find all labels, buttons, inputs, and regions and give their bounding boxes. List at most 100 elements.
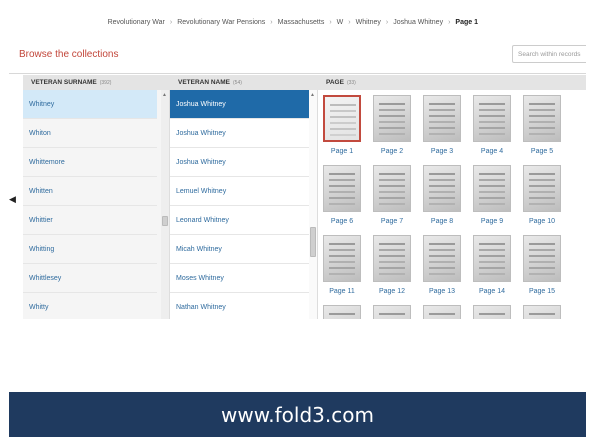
page-thumbnail[interactable]: Page 2 <box>368 95 416 155</box>
page-thumbnail-label[interactable]: Page 3 <box>418 148 466 155</box>
surname-list-item[interactable]: Whitty <box>23 293 157 319</box>
surname-list-item[interactable]: Whiton <box>23 119 157 148</box>
page-thumbnail[interactable]: Page 3 <box>418 95 466 155</box>
page-thumbnail-image[interactable] <box>473 235 511 282</box>
surname-scrollbar[interactable]: ▲ <box>161 90 169 319</box>
page-thumbnail-image[interactable] <box>323 165 361 212</box>
arrow-up-icon[interactable]: ▲ <box>310 92 315 98</box>
page-thumbnail-image[interactable] <box>473 305 511 319</box>
column-header-name: VETERAN NAME (54) <box>170 75 318 90</box>
veteran-name-list-item[interactable]: Moses Whitney <box>170 264 309 293</box>
search-input[interactable]: Search within records <box>512 45 586 63</box>
surname-list-item[interactable]: Whitney <box>23 90 157 119</box>
page-thumbnail[interactable]: Page 20 <box>518 305 566 319</box>
breadcrumb-current-page: Page 1 <box>455 18 478 26</box>
page-thumbnail-label[interactable]: Page 9 <box>468 218 516 225</box>
page-thumbnail-label[interactable]: Page 10 <box>518 218 566 225</box>
column-header-name-count: (54) <box>233 80 242 86</box>
breadcrumb-veteran[interactable]: Joshua Whitney <box>393 19 443 26</box>
surname-list-item[interactable]: Whittier <box>23 206 157 235</box>
veteran-name-list-item[interactable]: Micah Whitney <box>170 235 309 264</box>
name-scroll-thumb[interactable] <box>310 227 316 257</box>
page-thumbnail-image[interactable] <box>423 165 461 212</box>
surname-list-item[interactable]: Whitting <box>23 235 157 264</box>
veteran-name-list-item[interactable]: Joshua Whitney <box>170 148 309 177</box>
chevron-right-icon: › <box>329 18 332 26</box>
arrow-left-icon[interactable]: ◀ <box>9 194 16 205</box>
chevron-right-icon: › <box>169 18 173 26</box>
page-thumbnail[interactable]: Page 1 <box>318 95 366 155</box>
veteran-name-list-item[interactable]: Leonard Whitney <box>170 206 309 235</box>
page-thumbnail[interactable]: Page 10 <box>518 165 566 225</box>
page-thumbnail-image[interactable] <box>473 165 511 212</box>
column-header-surname-count: (392) <box>99 80 112 86</box>
page-thumbnail-label[interactable]: Page 12 <box>368 288 416 295</box>
page-thumbnail[interactable]: Page 13 <box>418 235 466 295</box>
page-thumbnail-label[interactable]: Page 15 <box>518 288 566 295</box>
page-thumbnail[interactable]: Page 9 <box>468 165 516 225</box>
page-thumbnail-label[interactable]: Page 2 <box>368 148 416 155</box>
page-thumbnail[interactable]: Page 5 <box>518 95 566 155</box>
page-thumbnail-image[interactable] <box>523 235 561 282</box>
breadcrumb-surname[interactable]: Whitney <box>356 19 381 26</box>
page-thumbnail-image[interactable] <box>473 95 511 142</box>
page-thumbnail-label[interactable]: Page 13 <box>418 288 466 295</box>
surname-list: Whitney Whiton Whittemore Whitten Whittier Wh… <box>23 90 170 319</box>
page-thumbnail-label[interactable]: Page 4 <box>468 148 516 155</box>
page-thumbnail[interactable]: Page 19 <box>468 305 516 319</box>
page-thumbnail[interactable]: Page 6 <box>318 165 366 225</box>
page-thumbnail-image[interactable] <box>323 95 361 142</box>
page-thumbnail[interactable]: Page 11 <box>318 235 366 295</box>
chevron-right-icon: › <box>270 18 273 26</box>
page-thumbnail-image[interactable] <box>423 235 461 282</box>
surname-list-item[interactable]: Whittlesey <box>23 264 157 293</box>
breadcrumb-state[interactable]: Massachusetts <box>278 19 325 26</box>
page-thumbnail[interactable]: Page 8 <box>418 165 466 225</box>
column-header-page: PAGE (33) <box>318 75 586 90</box>
veteran-name-list-item[interactable]: Nathan Whitney <box>170 293 309 319</box>
page-thumbnail-label[interactable]: Page 5 <box>518 148 566 155</box>
veteran-name-list-item[interactable]: Joshua Whitney <box>170 90 309 119</box>
page-thumbnail[interactable]: Page 16 <box>318 305 366 319</box>
page-thumbnail-image[interactable] <box>423 305 461 319</box>
divider <box>9 73 586 74</box>
page-thumbnail-label[interactable]: Page 7 <box>368 218 416 225</box>
veteran-name-list-item[interactable]: Joshua Whitney <box>170 119 309 148</box>
name-scrollbar[interactable]: ▲ <box>309 90 317 319</box>
page-thumbnail-image[interactable] <box>373 305 411 319</box>
page-thumbnail-image[interactable] <box>323 235 361 282</box>
page-thumbnail-image[interactable] <box>523 95 561 142</box>
page-thumbnail[interactable]: Page 15 <box>518 235 566 295</box>
page-thumbnail-label[interactable]: Page 8 <box>418 218 466 225</box>
page-thumbnail-image[interactable] <box>373 235 411 282</box>
surname-scroll-thumb[interactable] <box>162 216 168 226</box>
surname-list-item[interactable]: Whitten <box>23 177 157 206</box>
page-thumbnail-image[interactable] <box>523 165 561 212</box>
breadcrumb-revolutionary-war[interactable]: Revolutionary War <box>108 19 165 26</box>
breadcrumb: Revolutionary War › Revolutionary War Pe… <box>9 9 586 35</box>
browse-header: Browse the collections Search within rec… <box>9 45 586 67</box>
page-thumbnail[interactable]: Page 4 <box>468 95 516 155</box>
page-thumbnail[interactable]: Page 14 <box>468 235 516 295</box>
page-thumbnail-image[interactable] <box>423 95 461 142</box>
page-thumbnail-label[interactable]: Page 11 <box>318 288 366 295</box>
arrow-up-icon[interactable]: ▲ <box>162 92 167 98</box>
veteran-name-list-item[interactable]: Lemuel Whitney <box>170 177 309 206</box>
page-thumbnail-label[interactable]: Page 1 <box>318 148 366 155</box>
breadcrumb-letter[interactable]: W <box>337 19 344 26</box>
breadcrumb-pensions[interactable]: Revolutionary War Pensions <box>177 19 265 26</box>
page-thumbnail[interactable]: Page 18 <box>418 305 466 319</box>
footer-banner: www.fold3.com <box>9 392 586 437</box>
page-thumbnail-label[interactable]: Page 6 <box>318 218 366 225</box>
chevron-right-icon: › <box>385 18 389 26</box>
page-thumbnail-image[interactable] <box>373 95 411 142</box>
page-thumbnail-image[interactable] <box>323 305 361 319</box>
surname-list-item[interactable]: Whittemore <box>23 148 157 177</box>
page-thumbnail[interactable]: Page 12 <box>368 235 416 295</box>
page-thumbnail[interactable]: Page 7 <box>368 165 416 225</box>
page-thumbnail-image[interactable] <box>523 305 561 319</box>
column-header-page-count: (33) <box>346 80 356 86</box>
page-thumbnail-label[interactable]: Page 14 <box>468 288 516 295</box>
page-thumbnail-image[interactable] <box>373 165 411 212</box>
page-thumbnail[interactable]: Page 17 <box>368 305 416 319</box>
